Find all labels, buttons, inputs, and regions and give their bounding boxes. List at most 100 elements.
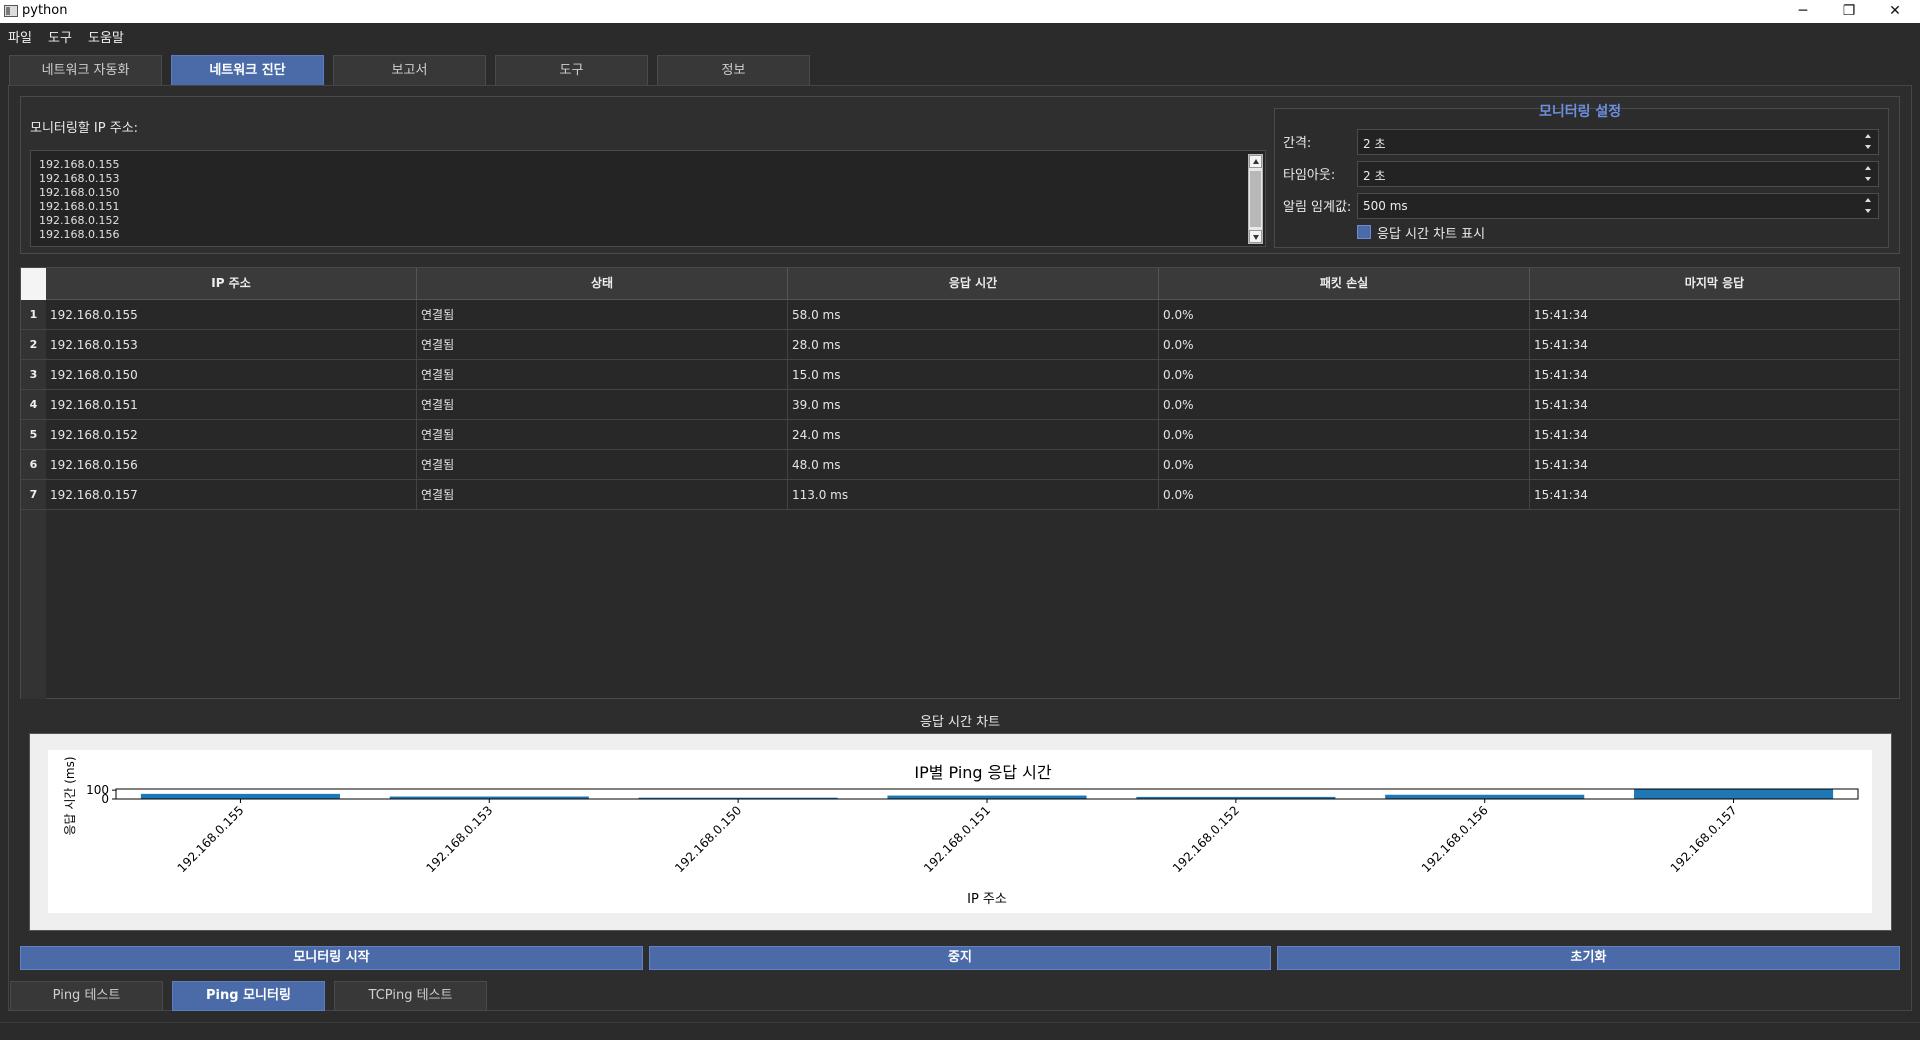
x-tick-label: 192.168.0.151: [921, 803, 993, 875]
scroll-up-icon[interactable]: [1249, 155, 1262, 168]
close-button[interactable]: ✕: [1872, 0, 1918, 23]
cell-status: 연결됨: [417, 330, 788, 360]
show-chart-label: 응답 시간 차트 표시: [1377, 227, 1486, 242]
cell-rtt: 28.0 ms: [788, 330, 1159, 360]
threshold-label: 알림 임계값:: [1283, 200, 1352, 215]
x-tick-label: 192.168.0.156: [1419, 803, 1491, 875]
cell-rtt: 58.0 ms: [788, 300, 1159, 330]
row-number[interactable]: 6: [21, 450, 46, 480]
col-header-last[interactable]: 마지막 응답: [1530, 268, 1900, 300]
row-number[interactable]: 2: [21, 330, 46, 360]
cell-ip: 192.168.0.156: [46, 450, 417, 480]
interval-value: 2 초: [1363, 137, 1386, 151]
chart-ylabel: 응답 시간 (ms): [63, 756, 77, 835]
tab-network-automation[interactable]: 네트워크 자동화: [9, 55, 162, 85]
chart-bar: [887, 795, 1087, 799]
cell-last: 15:41:34: [1530, 390, 1900, 420]
row-number[interactable]: 5: [21, 420, 46, 450]
cell-last: 15:41:34: [1530, 420, 1900, 450]
tab-info[interactable]: 정보: [657, 55, 810, 85]
cell-rtt: 15.0 ms: [788, 360, 1159, 390]
cell-ip: 192.168.0.150: [46, 360, 417, 390]
ip-list-textarea[interactable]: 192.168.0.155 192.168.0.153 192.168.0.15…: [30, 150, 1266, 247]
ping-response-chart: IP별 Ping 응답 시간 응답 시간 (ms) IP 주소 192.168.…: [63, 756, 1859, 907]
cell-status: 연결됨: [417, 450, 788, 480]
cell-loss: 0.0%: [1159, 390, 1530, 420]
table-row[interactable]: 192.168.0.153 연결됨 28.0 ms 0.0% 15:41:34: [46, 330, 1900, 360]
cell-rtt: 24.0 ms: [788, 420, 1159, 450]
menu-bar: 파일 도구 도움말: [0, 23, 1920, 47]
chart-bar: [1385, 794, 1585, 799]
col-header-loss[interactable]: 패킷 손실: [1159, 268, 1530, 300]
row-number[interactable]: 7: [21, 480, 46, 510]
timeout-spinbox[interactable]: 2 초: [1357, 161, 1879, 187]
cell-loss: 0.0%: [1159, 330, 1530, 360]
chart-xlabel: IP 주소: [967, 892, 1007, 907]
table-row[interactable]: 192.168.0.156 연결됨 48.0 ms 0.0% 15:41:34: [46, 450, 1900, 480]
minimize-button[interactable]: ─: [1780, 0, 1826, 23]
tab-ping-test[interactable]: Ping 테스트: [10, 981, 163, 1011]
table-row[interactable]: 192.168.0.151 연결됨 39.0 ms 0.0% 15:41:34: [46, 390, 1900, 420]
tab-ping-monitoring[interactable]: Ping 모니터링: [172, 981, 325, 1011]
cell-ip: 192.168.0.157: [46, 480, 417, 510]
threshold-value: 500 ms: [1363, 199, 1408, 213]
tab-tools[interactable]: 도구: [495, 55, 648, 85]
menu-tools[interactable]: 도구: [48, 27, 72, 46]
interval-spinbox[interactable]: 2 초: [1357, 129, 1879, 155]
cell-rtt: 48.0 ms: [788, 450, 1159, 480]
title-bar: python ─ ❐ ✕: [0, 0, 1920, 23]
stop-button[interactable]: 중지: [649, 946, 1271, 970]
reset-button[interactable]: 초기화: [1277, 946, 1900, 970]
tab-network-diagnostics[interactable]: 네트워크 진단: [171, 55, 324, 85]
cell-ip: 192.168.0.153: [46, 330, 417, 360]
table-corner-button[interactable]: [21, 268, 46, 300]
row-number[interactable]: 1: [21, 300, 46, 330]
scroll-down-icon[interactable]: [1249, 230, 1262, 243]
restore-button[interactable]: ❐: [1826, 0, 1872, 23]
col-header-status[interactable]: 상태: [417, 268, 788, 300]
chart-bar: [140, 793, 340, 799]
tab-report[interactable]: 보고서: [333, 55, 486, 85]
chart-canvas: IP별 Ping 응답 시간 응답 시간 (ms) IP 주소 192.168.…: [48, 750, 1872, 913]
ip-list-label: 모니터링할 IP 주소:: [30, 121, 139, 136]
cell-loss: 0.0%: [1159, 420, 1530, 450]
cell-ip: 192.168.0.151: [46, 390, 417, 420]
chart-bar: [1634, 789, 1834, 799]
chart-frame: IP별 Ping 응답 시간 응답 시간 (ms) IP 주소 192.168.…: [29, 733, 1892, 931]
y-tick-label: 100: [86, 783, 109, 797]
tab-tcping-test[interactable]: TCPing 테스트: [334, 981, 487, 1011]
cell-last: 15:41:34: [1530, 450, 1900, 480]
cell-status: 연결됨: [417, 300, 788, 330]
start-monitoring-button[interactable]: 모니터링 시작: [20, 946, 643, 970]
table-row[interactable]: 192.168.0.155 연결됨 58.0 ms 0.0% 15:41:34: [46, 300, 1900, 330]
ip-line: 192.168.0.155: [39, 158, 120, 171]
table-row[interactable]: 192.168.0.150 연결됨 15.0 ms 0.0% 15:41:34: [46, 360, 1900, 390]
app-window-icon: [4, 5, 18, 17]
x-tick-label: 192.168.0.153: [423, 803, 495, 875]
cell-loss: 0.0%: [1159, 360, 1530, 390]
table-row[interactable]: 192.168.0.152 연결됨 24.0 ms 0.0% 15:41:34: [46, 420, 1900, 450]
show-chart-checkbox[interactable]: [1357, 225, 1371, 239]
table-row[interactable]: 192.168.0.157 연결됨 113.0 ms 0.0% 15:41:34: [46, 480, 1900, 510]
timeout-value: 2 초: [1363, 169, 1386, 183]
menu-file[interactable]: 파일: [8, 27, 32, 46]
spin-arrows-icon[interactable]: [1862, 163, 1876, 185]
row-number[interactable]: 4: [21, 390, 46, 420]
threshold-spinbox[interactable]: 500 ms: [1357, 193, 1879, 219]
cell-loss: 0.0%: [1159, 300, 1530, 330]
scroll-thumb[interactable]: [1250, 171, 1261, 227]
interval-label: 간격:: [1283, 136, 1312, 151]
spin-arrows-icon[interactable]: [1862, 131, 1876, 153]
ip-line: 192.168.0.156: [39, 228, 120, 241]
cell-status: 연결됨: [417, 420, 788, 450]
col-header-ip[interactable]: IP 주소: [46, 268, 417, 300]
cell-status: 연결됨: [417, 360, 788, 390]
menu-help[interactable]: 도움말: [88, 27, 124, 46]
cell-ip: 192.168.0.152: [46, 420, 417, 450]
cell-loss: 0.0%: [1159, 480, 1530, 510]
row-number[interactable]: 3: [21, 360, 46, 390]
cell-loss: 0.0%: [1159, 450, 1530, 480]
ip-list-scrollbar[interactable]: [1248, 154, 1263, 244]
spin-arrows-icon[interactable]: [1862, 195, 1876, 217]
col-header-rtt[interactable]: 응답 시간: [788, 268, 1159, 300]
